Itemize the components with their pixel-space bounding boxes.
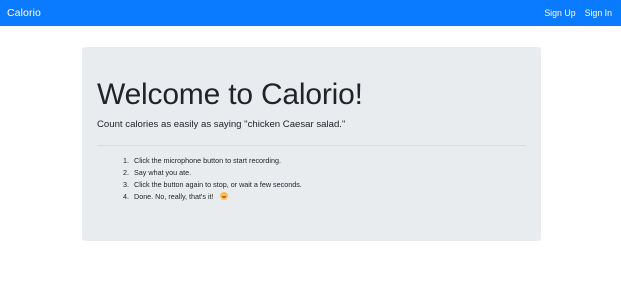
list-item: 1. Click the microphone button to start … (123, 155, 526, 167)
step-text: Click the button again to stop, or wait … (134, 180, 302, 189)
laughing-face-emoji-icon (219, 192, 228, 200)
list-item: 3. Click the button again to stop, or wa… (123, 179, 526, 191)
step-text: Say what you ate. (134, 168, 192, 177)
top-navbar: Calorio Sign Up Sign In (0, 0, 621, 26)
nav-links: Sign Up Sign In (544, 8, 612, 18)
brand-link[interactable]: Calorio (7, 7, 41, 19)
divider (97, 145, 526, 146)
page-title: Welcome to Calorio! (97, 78, 363, 111)
step-text: Click the microphone button to start rec… (134, 156, 282, 165)
step-number: 1. (123, 156, 129, 165)
step-number: 3. (123, 180, 129, 189)
sign-in-link[interactable]: Sign In (585, 8, 612, 18)
lead-text: Count calories as easily as saying "chic… (97, 119, 346, 130)
step-text: Done. No, really, that's it! (134, 192, 214, 201)
step-number: 2. (123, 168, 129, 177)
list-item: 4. Done. No, really, that's it! (123, 191, 526, 203)
sign-up-link[interactable]: Sign Up (544, 8, 575, 18)
step-number: 4. (123, 192, 129, 201)
list-item: 2. Say what you ate. (123, 167, 526, 179)
welcome-jumbotron: Welcome to Calorio! Count calories as ea… (82, 47, 541, 241)
instructions-list: 1. Click the microphone button to start … (97, 155, 526, 203)
